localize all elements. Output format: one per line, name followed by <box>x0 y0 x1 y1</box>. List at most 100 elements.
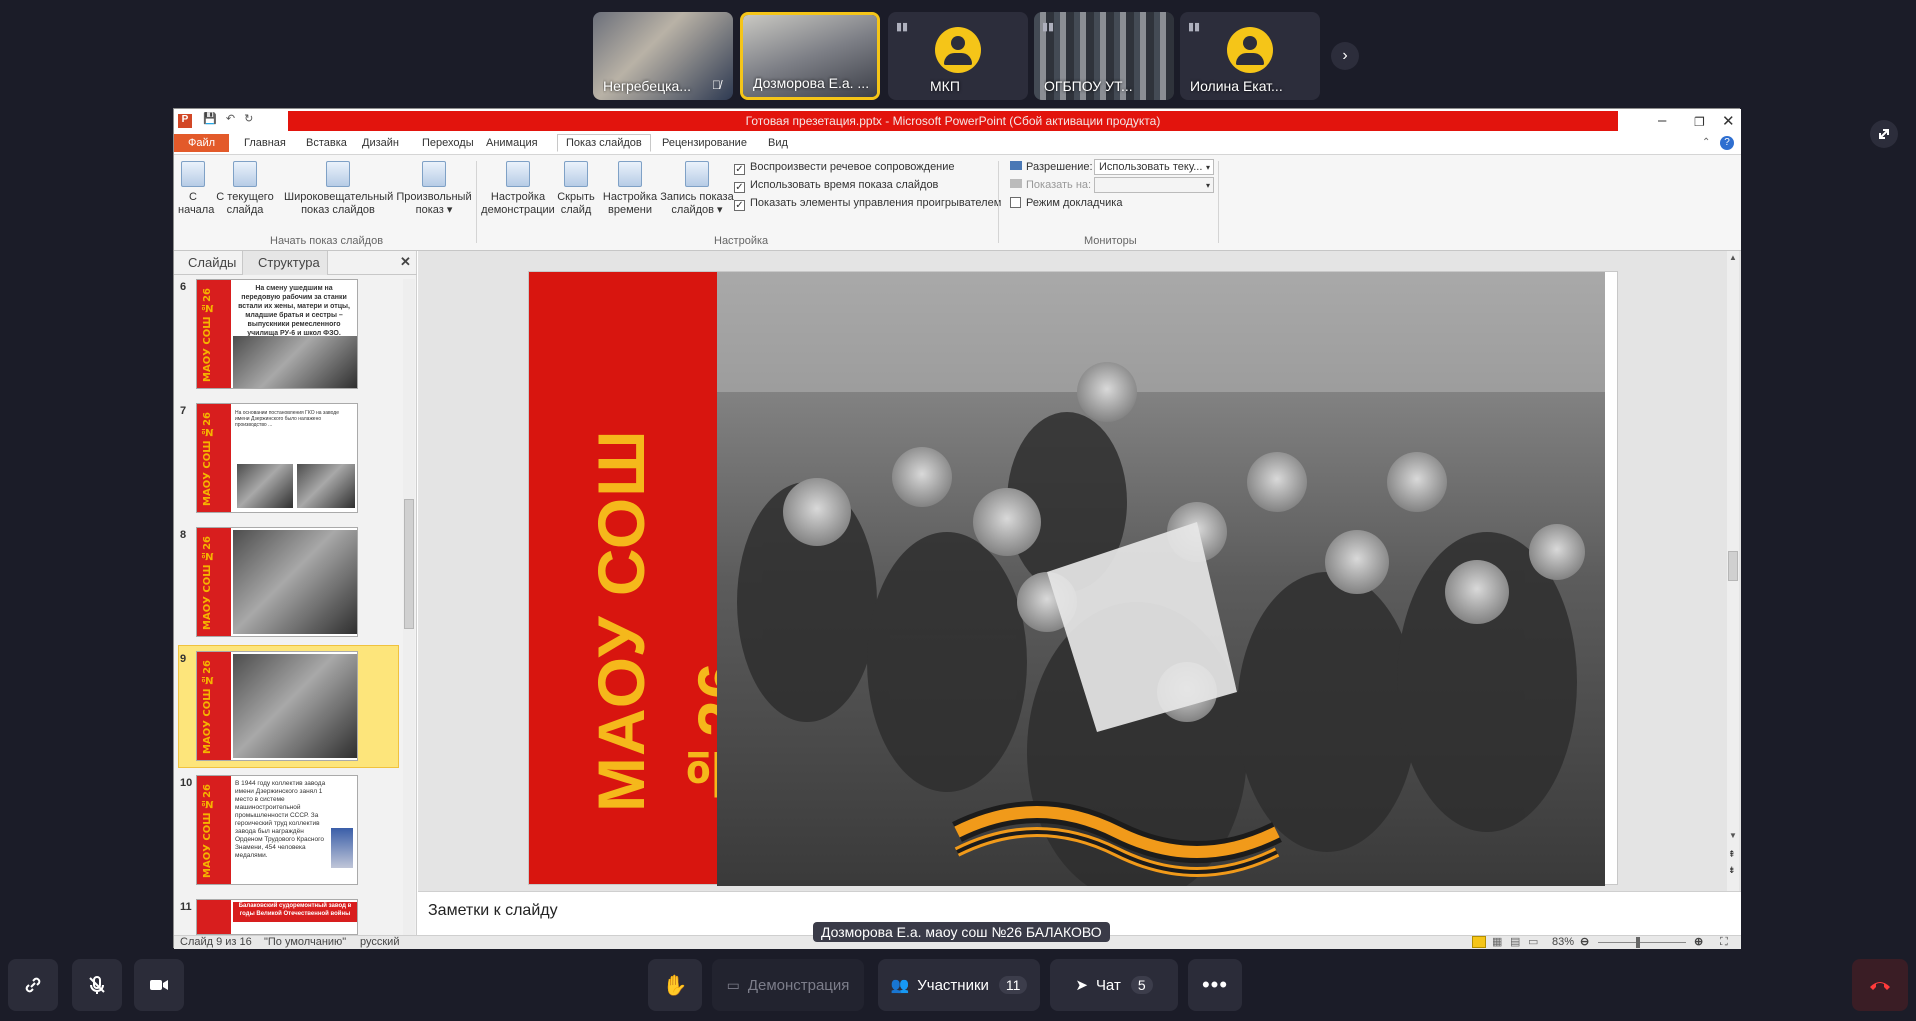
restore-icon[interactable]: ❐ <box>1694 115 1705 129</box>
record-show-button[interactable]: Запись показа слайдов ▾ <box>660 161 734 217</box>
fit-to-window-icon[interactable]: ⛶ <box>1720 936 1728 949</box>
participants-button[interactable]: 👥 Участники 11 <box>878 959 1040 1011</box>
slide-counter: Слайд 9 из 16 <box>180 936 252 948</box>
group-divider <box>1218 161 1219 243</box>
slideshow-view-icon[interactable]: ▭ <box>1528 936 1538 949</box>
collapse-ribbon-icon[interactable]: ⌃ <box>1702 137 1710 148</box>
next-slide-icon[interactable]: ⇟ <box>1728 865 1736 876</box>
close-window-icon[interactable]: ✕ <box>1722 112 1735 130</box>
presenter-view-checkbox[interactable]: Режим докладчика <box>1010 197 1122 209</box>
tab-design[interactable]: Дизайн <box>356 136 405 150</box>
narration-checkbox[interactable]: ✓ Воспроизвести речевое сопровождение <box>734 161 955 175</box>
button-label: Широковещательный <box>284 191 394 203</box>
slide-thumbnail[interactable]: МАОУ СОШ №26 В 1944 году коллектив завод… <box>196 775 358 885</box>
help-icon[interactable]: ? <box>1720 136 1734 150</box>
timings-checkbox[interactable]: ✓ Использовать время показа слайдов <box>734 179 938 193</box>
zoom-slider[interactable] <box>1598 942 1686 943</box>
button-label: С <box>189 191 197 203</box>
screen-share-button[interactable]: ▭ Демонстрация <box>712 959 864 1011</box>
reading-view-icon[interactable]: ▤ <box>1510 936 1520 949</box>
tab-review[interactable]: Рецензирование <box>656 136 753 150</box>
broadcast-button[interactable]: Широковещательный показ слайдов <box>284 161 394 217</box>
group-divider <box>998 161 999 243</box>
tab-outline[interactable]: Структура <box>258 255 320 270</box>
camera-button[interactable] <box>134 959 184 1011</box>
participant-tile[interactable]: ▮▮ Иолина Екат... <box>1180 12 1320 100</box>
button-label: С текущего <box>216 191 274 203</box>
signal-icon: ▮▮ <box>1188 21 1201 33</box>
hide-slide-icon <box>564 161 588 187</box>
resolution-dropdown[interactable]: Использовать теку... ▾ <box>1094 159 1214 175</box>
zoom-out-icon[interactable]: ⊖ <box>1580 936 1589 949</box>
from-start-button[interactable]: С начала <box>178 161 214 217</box>
button-label: Настройка <box>490 191 546 203</box>
save-icon[interactable]: 💾 <box>203 113 217 125</box>
show-on-dropdown[interactable]: ▾ <box>1094 177 1214 193</box>
scroll-down-icon[interactable]: ▼ <box>1729 831 1737 840</box>
slide-thumbnail[interactable]: МАОУ СОШ №26 На основании постановления … <box>196 403 358 513</box>
slide-thumbnail[interactable]: МАОУ СОШ №26 На смену ушедшим на передов… <box>196 279 358 389</box>
checkbox-label: Воспроизвести речевое сопровождение <box>750 161 955 173</box>
slide-thumbnail[interactable]: МАОУ СОШ №26 <box>196 527 358 637</box>
setup-show-button[interactable]: Настройка демонстрации <box>480 161 556 217</box>
zoom-level[interactable]: 83% <box>1552 936 1574 949</box>
more-button[interactable]: ••• <box>1188 959 1242 1011</box>
mute-button[interactable] <box>72 959 122 1011</box>
current-slide[interactable]: МАОУ СОШ №26 <box>528 271 1618 886</box>
scroll-up-icon[interactable]: ▲ <box>1729 253 1737 262</box>
previous-slide-icon[interactable]: ⇞ <box>1728 849 1736 860</box>
language[interactable]: русский <box>360 936 399 949</box>
undo-icon[interactable]: ↶ <box>226 113 235 125</box>
tab-transitions[interactable]: Переходы <box>416 136 480 150</box>
zoom-slider-thumb[interactable] <box>1636 937 1640 948</box>
thumbnails-scrollbar[interactable] <box>403 279 415 935</box>
checkbox-unchecked-icon <box>1010 197 1021 208</box>
end-call-button[interactable] <box>1852 959 1908 1011</box>
raise-hand-button[interactable]: ✋ <box>648 959 702 1011</box>
tab-slides[interactable]: Слайды <box>188 255 236 270</box>
fullscreen-icon[interactable] <box>1870 120 1898 148</box>
tab-view[interactable]: Вид <box>762 136 794 150</box>
custom-show-button[interactable]: Произвольный показ ▾ <box>396 161 472 217</box>
slide-thumbnail[interactable]: Балаковский судоремонтный завод в годы В… <box>196 899 358 935</box>
redo-icon[interactable]: ↻ <box>244 113 253 125</box>
participant-tile[interactable]: ▮▮ ОГБПОУ УТ... <box>1034 12 1174 100</box>
monitor-icon <box>1010 161 1022 170</box>
participant-tile-active[interactable]: Дозморова Е.а. ... <box>740 12 880 100</box>
zoom-in-icon[interactable]: ⊕ <box>1694 936 1703 949</box>
from-current-button[interactable]: С текущего слайда <box>216 161 274 217</box>
participant-tile[interactable]: Негребецка... 🎙̸ <box>593 12 733 100</box>
avatar <box>935 27 981 73</box>
next-participants-button[interactable]: › <box>1331 42 1359 70</box>
slide-thumbnail-selected[interactable]: МАОУ СОШ №26 <box>196 651 358 761</box>
media-controls-checkbox[interactable]: ✓ Показать элементы управления проигрыват… <box>734 197 1001 211</box>
close-pane-icon[interactable]: ✕ <box>400 254 411 270</box>
chat-count: 5 <box>1130 976 1153 994</box>
link-button[interactable] <box>8 959 58 1011</box>
button-label: слайд <box>560 204 592 216</box>
group-label: Настройка <box>714 235 769 247</box>
sorter-view-icon[interactable]: ▦ <box>1492 936 1502 949</box>
hide-slide-button[interactable]: Скрыть слайд <box>554 161 598 217</box>
camera-icon <box>150 980 168 990</box>
tab-file[interactable]: Файл <box>174 134 230 152</box>
tab-slideshow[interactable]: Показ слайдов <box>557 134 651 152</box>
tab-insert[interactable]: Вставка <box>300 136 353 150</box>
participant-tile[interactable]: ▮▮ МКП <box>888 12 1028 100</box>
button-label: Произвольный <box>396 191 472 203</box>
slide-photo <box>717 272 1605 886</box>
minimize-icon[interactable]: – <box>1658 112 1666 129</box>
thumb-photo <box>233 654 357 758</box>
thumb-red-band: МАОУ СОШ №26 <box>197 280 231 388</box>
normal-view-icon[interactable] <box>1472 936 1486 948</box>
chat-button[interactable]: ➤ Чат 5 <box>1050 959 1178 1011</box>
button-label: слайдов ▾ <box>671 204 723 216</box>
scrollbar-thumb[interactable] <box>1728 551 1738 581</box>
scrollbar-thumb[interactable] <box>404 499 414 629</box>
thumb-red-band: МАОУ СОШ №26 <box>197 528 231 636</box>
editor-scrollbar[interactable]: ▲ ▼ ⇞ ⇟ <box>1727 251 1739 891</box>
tab-home[interactable]: Главная <box>238 136 292 150</box>
tab-animations[interactable]: Анимация <box>480 136 544 150</box>
rehearse-timings-button[interactable]: Настройка времени <box>602 161 658 217</box>
group-label: Мониторы <box>1084 235 1137 247</box>
